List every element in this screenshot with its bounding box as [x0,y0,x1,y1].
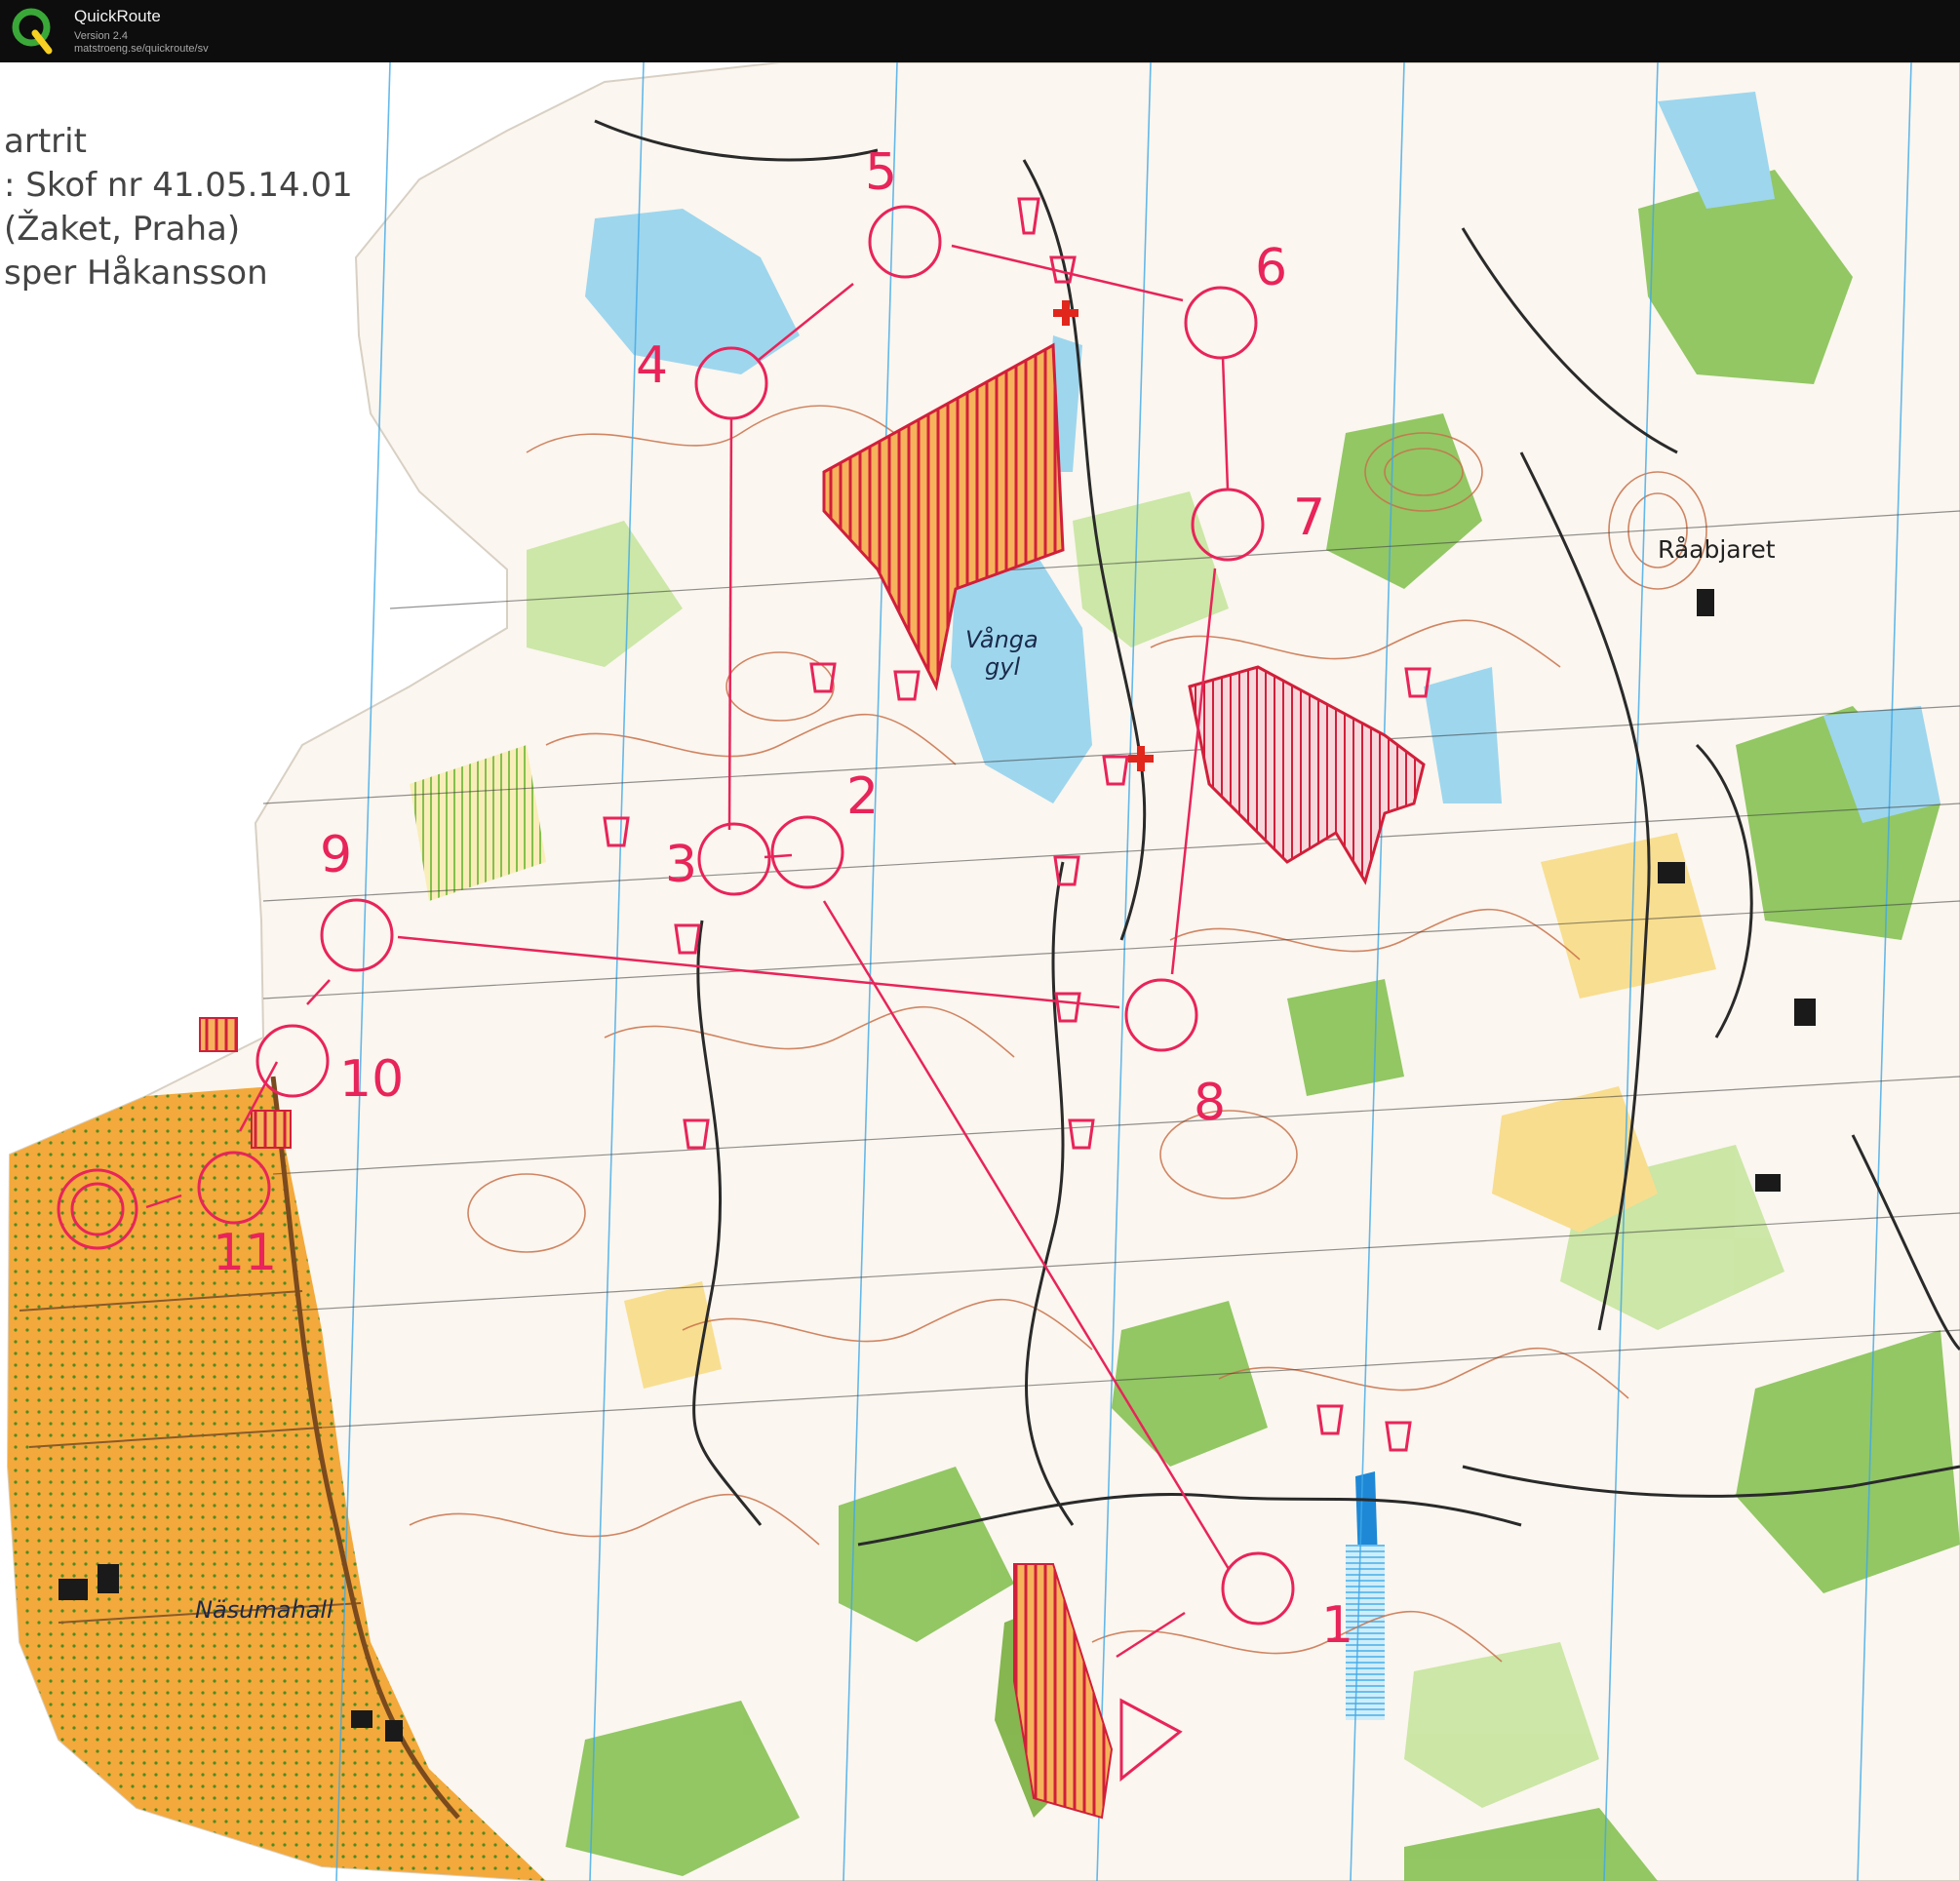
place-name-nasumahall: Näsumahall [195,1596,333,1624]
quickroute-logo-icon [12,8,53,55]
control-6-label: 6 [1255,239,1287,297]
control-8-label: 8 [1194,1074,1226,1132]
map-info-line-3: (Žaket, Praha) [4,209,240,249]
control-5-label: 5 [865,143,897,202]
control-10-label: 10 [339,1050,404,1109]
place-name-raabjaret: Råabjaret [1658,535,1776,564]
control-7-label: 7 [1293,489,1325,547]
control-3-label: 3 [665,836,697,894]
control-4-label: 4 [636,336,668,395]
title-bar: QuickRoute Version 2.4 matstroeng.se/qui… [0,0,1960,62]
control-11-label: 11 [213,1224,277,1282]
app-url[interactable]: matstroeng.se/quickroute/sv [74,43,209,56]
map-info-line-2: : Skof nr 41.05.14.01 [4,166,353,205]
place-name-gyl: gyl [985,653,1020,681]
control-1-label: 1 [1321,1596,1353,1655]
place-name-vanga: Vånga [965,625,1039,653]
map-info-line-1: artrit [4,122,87,161]
map-info-line-4: sper Håkansson [4,254,268,293]
control-2-label: 2 [846,767,879,826]
orienteering-map[interactable]: 1 2 3 4 5 6 7 8 9 10 11 Vånga gyl Råabja… [0,62,1960,1881]
control-9-label: 9 [320,826,352,884]
app-version: Version 2.4 [74,30,129,42]
app-title: QuickRoute [74,7,161,25]
